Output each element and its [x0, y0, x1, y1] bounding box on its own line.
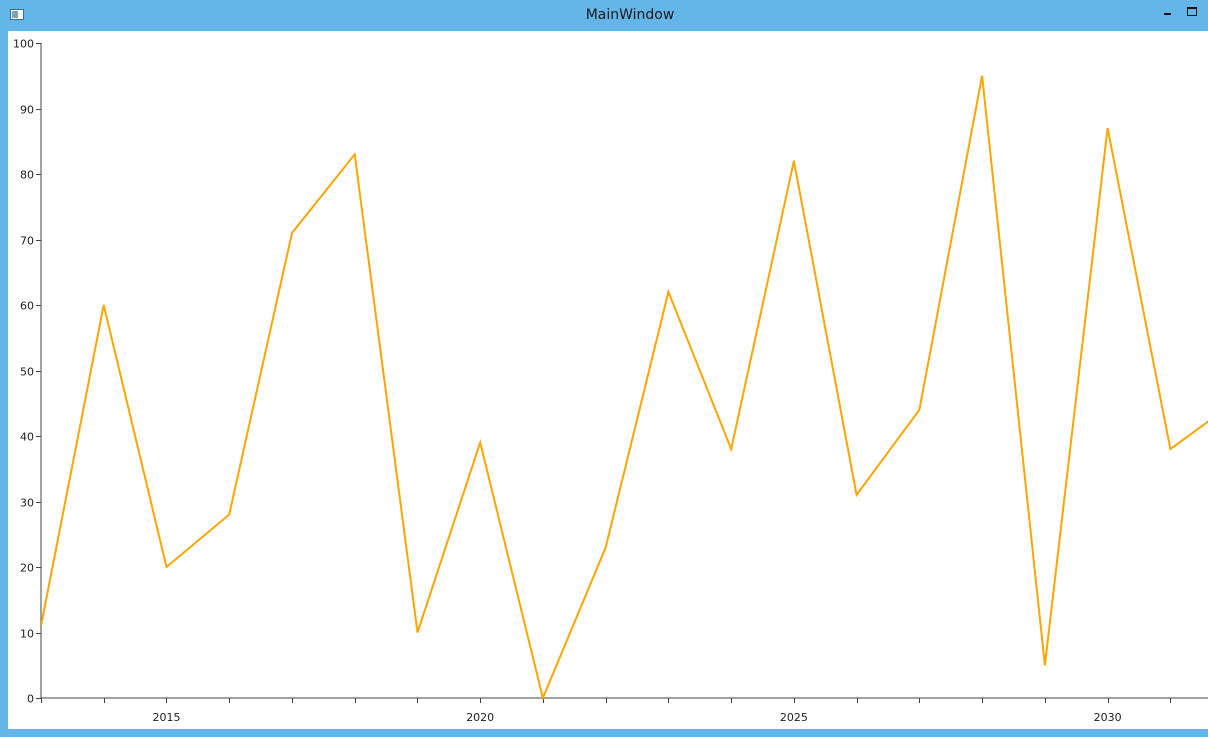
y-tick-label: 90 [20, 104, 34, 117]
title-bar[interactable]: MainWindow [0, 0, 1208, 31]
chart-area: 0 10 20 30 40 50 60 70 80 90 100 2015 2020 2025 2030 [8, 31, 1208, 729]
window-title: MainWindow [585, 7, 675, 23]
series-line [41, 75, 1208, 700]
y-tick-label: 20 [20, 562, 34, 575]
y-tick-label: 70 [20, 235, 34, 248]
x-tick-label: 2015 [152, 711, 180, 724]
y-tick-label: 40 [20, 431, 34, 444]
y-tick-label: 50 [20, 366, 34, 379]
minimize-button[interactable] [1159, 6, 1175, 22]
y-tick-label: 60 [20, 300, 34, 313]
y-tick-label: 10 [20, 628, 34, 641]
y-tick-label: 30 [20, 497, 34, 510]
main-window: MainWindow 0 10 20 30 40 50 60 70 80 90 100 2015 202… [0, 0, 1208, 737]
y-tick-label: 0 [27, 693, 34, 706]
line-chart: 01020304050607080901002015 2020 2025 2030 [13, 38, 1208, 724]
x-tick-label: 2030 [1094, 711, 1122, 724]
maximize-button[interactable] [1184, 5, 1200, 21]
x-tick-label: 2020 [466, 711, 494, 724]
x-tick-label: 2025 [780, 711, 808, 724]
y-tick-label: 80 [20, 169, 34, 182]
y-tick-label: 100 [13, 38, 34, 51]
